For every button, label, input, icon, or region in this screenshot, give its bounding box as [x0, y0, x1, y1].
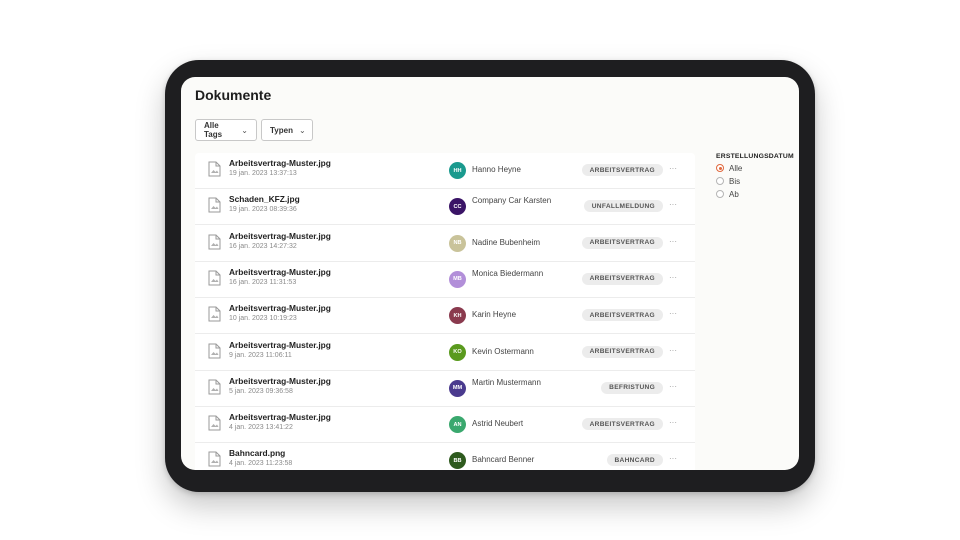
radio-button[interactable]: [716, 164, 724, 172]
date-filter-option[interactable]: Bis: [716, 176, 796, 186]
document-row[interactable]: Arbeitsvertrag-Muster.jpg 10 jan. 2023 10…: [195, 298, 695, 335]
document-date: 19 jan. 2023 08:39:36: [229, 206, 297, 214]
more-options-icon[interactable]: ···: [669, 200, 677, 209]
document-name[interactable]: Arbeitsvertrag-Muster.jpg: [229, 412, 331, 422]
document-row[interactable]: Arbeitsvertrag-Muster.jpg 19 jan. 2023 13…: [195, 153, 695, 189]
radio-button[interactable]: [716, 177, 724, 185]
document-name[interactable]: Schaden_KFZ.jpg: [229, 194, 300, 204]
more-options-icon[interactable]: ···: [669, 273, 677, 282]
document-date: 4 jan. 2023 13:41:22: [229, 424, 293, 432]
tag-badge: ARBEITSVERTRAG: [581, 345, 663, 358]
person-name: Martin Mustermann: [472, 377, 541, 387]
date-filter-title: ERSTELLUNGSDATUM: [716, 153, 794, 160]
radio-label: Ab: [729, 189, 739, 199]
more-options-icon[interactable]: ···: [669, 382, 677, 391]
document-date: 19 jan. 2023 13:37:13: [229, 170, 297, 177]
document-list: Arbeitsvertrag-Muster.jpg 19 jan. 2023 13…: [195, 153, 695, 470]
app-screen: Dokumente Alle Tags ⌄ Typen ⌄ Arbeitsver…: [181, 77, 799, 470]
person-name: Astrid Neubert: [472, 419, 524, 429]
tag-badge: ARBEITSVERTRAG: [581, 272, 663, 285]
more-options-icon[interactable]: ···: [669, 309, 677, 318]
tags-filter-dropdown[interactable]: Alle Tags ⌄: [195, 119, 257, 141]
document-name[interactable]: Arbeitsvertrag-Muster.jpg: [229, 267, 331, 277]
image-file-icon: [208, 343, 221, 359]
document-date: 16 jan. 2023 14:27:32: [229, 242, 297, 250]
tag-badge: ARBEITSVERTRAG: [581, 418, 663, 431]
person-name: Hanno Heyne: [472, 165, 521, 174]
tag-badge: UNFALLMELDUNG: [583, 200, 663, 213]
document-name[interactable]: Arbeitsvertrag-Muster.jpg: [229, 158, 331, 168]
document-date: 10 jan. 2023 10:19:23: [229, 315, 297, 323]
image-file-icon: [208, 161, 221, 177]
avatar: CC: [449, 198, 466, 216]
document-row[interactable]: Arbeitsvertrag-Muster.jpg 9 jan. 2023 11:…: [195, 335, 695, 371]
avatar: AN: [449, 416, 466, 434]
document-row[interactable]: Arbeitsvertrag-Muster.jpg 4 jan. 2023 13:…: [195, 407, 695, 444]
avatar: MM: [449, 379, 466, 397]
document-row[interactable]: Schaden_KFZ.jpg 19 jan. 2023 08:39:36 CC Co…: [195, 189, 695, 226]
radio-label: Bis: [729, 176, 741, 186]
document-date: 4 jan. 2023 11:23:58: [229, 460, 293, 468]
more-options-icon[interactable]: ···: [669, 237, 677, 246]
image-file-icon: [208, 379, 221, 395]
chevron-down-icon: ⌄: [298, 125, 306, 135]
tag-badge: ARBEITSVERTRAG: [581, 236, 663, 249]
radio-label: Alle: [729, 163, 743, 173]
image-file-icon: [208, 306, 221, 322]
tag-badge: ARBEITSVERTRAG: [581, 309, 663, 322]
document-name[interactable]: Arbeitsvertrag-Muster.jpg: [229, 340, 331, 350]
avatar: BB: [449, 452, 466, 470]
person-name: Monica Biedermann: [472, 268, 544, 278]
document-name[interactable]: Arbeitsvertrag-Muster.jpg: [229, 376, 331, 386]
tag-badge: BEFRISTUNG: [601, 381, 663, 394]
page-title: Dokumente: [195, 87, 272, 103]
person-name: Bahncard Benner: [472, 455, 535, 465]
document-date: 16 jan. 2023 11:31:53: [229, 278, 297, 286]
avatar: HH: [449, 162, 466, 179]
types-filter-dropdown[interactable]: Typen ⌄: [261, 119, 313, 141]
more-options-icon[interactable]: ···: [669, 346, 677, 355]
avatar: MB: [449, 270, 466, 288]
avatar: KO: [449, 343, 466, 361]
date-filter-panel: ERSTELLUNGSDATUM Alle Bis Ab: [716, 153, 796, 199]
more-options-icon[interactable]: ···: [669, 164, 677, 173]
person-name: Karin Heyne: [472, 310, 517, 320]
image-file-icon: [208, 197, 221, 213]
tags-filter-label: Alle Tags: [204, 121, 223, 139]
person-name: Kevin Ostermann: [472, 346, 534, 356]
document-row[interactable]: Bahncard.png 4 jan. 2023 11:23:58 BB Bahnca…: [195, 443, 695, 470]
chevron-down-icon: ⌄: [241, 125, 248, 135]
image-file-icon: [208, 415, 221, 431]
person-name: Nadine Bubenheim: [472, 237, 541, 247]
tag-badge: BAHNCARD: [606, 454, 663, 467]
document-name[interactable]: Bahncard.png: [229, 448, 285, 458]
document-row[interactable]: Arbeitsvertrag-Muster.jpg 16 jan. 2023 11…: [195, 262, 695, 298]
document-name[interactable]: Arbeitsvertrag-Muster.jpg: [229, 231, 331, 241]
image-file-icon: [208, 234, 221, 250]
tag-badge: ARBEITSVERTRAG: [581, 164, 663, 176]
date-filter-option[interactable]: Ab: [716, 189, 796, 199]
document-date: 5 jan. 2023 09:36:58: [229, 387, 293, 395]
avatar: NB: [449, 234, 466, 252]
tablet-device-frame: Dokumente Alle Tags ⌄ Typen ⌄ Arbeitsver…: [165, 60, 815, 492]
radio-button[interactable]: [716, 190, 724, 198]
document-date: 9 jan. 2023 11:06:11: [229, 351, 292, 359]
more-options-icon[interactable]: ···: [669, 454, 677, 463]
image-file-icon: [208, 270, 221, 286]
more-options-icon[interactable]: ···: [669, 418, 677, 427]
date-filter-options: Alle Bis Ab: [716, 163, 796, 199]
date-filter-option[interactable]: Alle: [716, 163, 796, 173]
person-name: Company Car Karsten: [472, 196, 552, 206]
image-file-icon: [208, 451, 221, 467]
avatar: KH: [449, 307, 466, 325]
document-name[interactable]: Arbeitsvertrag-Muster.jpg: [229, 303, 331, 313]
document-row[interactable]: Arbeitsvertrag-Muster.jpg 5 jan. 2023 09:…: [195, 371, 695, 407]
types-filter-label: Typen: [270, 125, 293, 135]
document-row[interactable]: Arbeitsvertrag-Muster.jpg 16 jan. 2023 14…: [195, 226, 695, 262]
